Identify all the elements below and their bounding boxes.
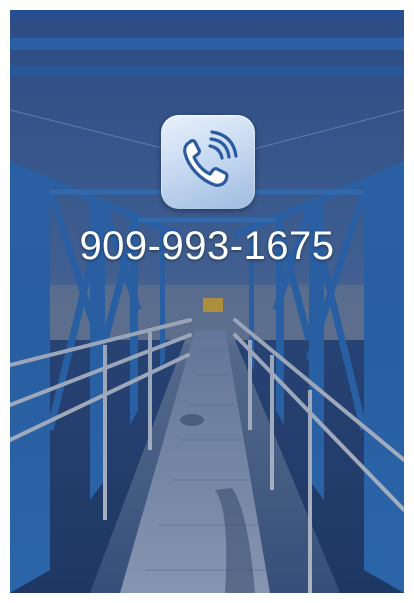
call-button[interactable] bbox=[161, 115, 255, 209]
call-screen: 909-993-1675 bbox=[10, 10, 404, 593]
phone-calling-icon bbox=[183, 130, 238, 187]
background-tint-overlay bbox=[10, 10, 404, 593]
phone-number-link[interactable]: 909-993-1675 bbox=[10, 224, 404, 269]
